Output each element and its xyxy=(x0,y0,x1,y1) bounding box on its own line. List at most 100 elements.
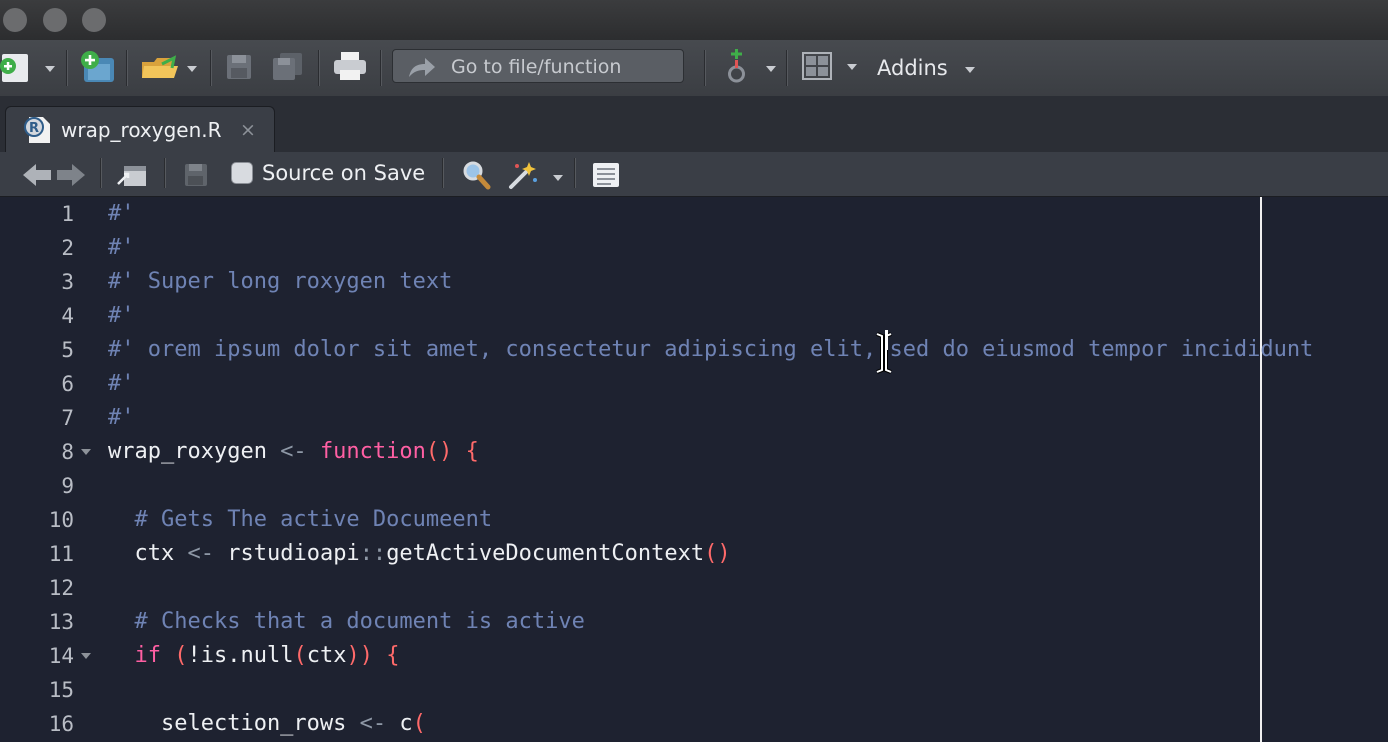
code-text: #' Super long roxygen text xyxy=(108,265,452,299)
code-line[interactable]: 7 #' xyxy=(0,401,1388,435)
save-button[interactable] xyxy=(226,54,252,86)
code-text: wrap_roxygen <- function() { xyxy=(108,435,479,469)
new-file-button[interactable] xyxy=(0,52,60,88)
goto-arrow-icon xyxy=(409,58,435,77)
vcs-button[interactable] xyxy=(722,48,782,92)
code-text: # Checks that a document is active xyxy=(108,605,584,639)
code-line[interactable]: 11 ctx <- rstudioapi::getActiveDocumentC… xyxy=(0,537,1388,571)
code-text: #' xyxy=(108,299,135,333)
save-all-icon xyxy=(273,53,302,80)
addins-menu[interactable]: Addins xyxy=(877,56,948,80)
code-token: # Gets The active Documeent xyxy=(108,507,493,532)
code-text: #' xyxy=(108,367,135,401)
code-token: () xyxy=(425,439,453,464)
line-number: 15 xyxy=(48,678,74,702)
line-number: 11 xyxy=(48,542,74,566)
code-token: )) xyxy=(346,643,373,668)
magic-wand-icon[interactable] xyxy=(507,160,567,190)
compile-report-icon[interactable] xyxy=(591,161,621,189)
open-file-icon xyxy=(142,55,197,78)
line-number: 13 xyxy=(48,610,74,634)
code-token: <- xyxy=(359,711,387,736)
code-line[interactable]: 13 # Checks that a document is active xyxy=(0,605,1388,639)
editor-tab-strip: R wrap_roxygen.R × xyxy=(0,96,1388,152)
code-token: ctx xyxy=(108,541,188,566)
code-line[interactable]: 6 #' xyxy=(0,367,1388,401)
code-text: # Gets The active Documeent xyxy=(108,503,492,537)
code-line[interactable]: 12 xyxy=(0,571,1388,605)
source-on-save-checkbox[interactable] xyxy=(231,162,253,184)
line-number: 4 xyxy=(61,304,74,328)
code-line[interactable]: 2 #' xyxy=(0,231,1388,265)
code-token: <- xyxy=(187,541,214,566)
print-button[interactable] xyxy=(333,50,367,86)
r-file-icon: R xyxy=(24,117,50,143)
code-line[interactable]: 4 #' xyxy=(0,299,1388,333)
line-number: 2 xyxy=(61,236,74,260)
fold-caret-icon[interactable] xyxy=(81,653,91,659)
code-line[interactable]: 3 #' Super long roxygen text xyxy=(0,265,1388,299)
code-line[interactable]: 9 xyxy=(0,469,1388,503)
save-all-button[interactable] xyxy=(272,52,304,86)
text-cursor-icon xyxy=(876,330,892,374)
code-text: #' orem ipsum dolor sit amet, consectetu… xyxy=(108,333,1313,367)
open-file-button[interactable] xyxy=(140,52,202,88)
close-window-button[interactable] xyxy=(3,8,27,32)
code-line[interactable]: 8 wrap_roxygen <- function() { xyxy=(0,435,1388,469)
code-token: rstudioapi xyxy=(213,541,360,566)
code-token: getActiveDocumentContext xyxy=(386,541,705,566)
line-number: 1 xyxy=(61,202,74,226)
code-text: #' xyxy=(108,197,135,231)
new-file-icon xyxy=(0,54,55,82)
forward-arrow-icon[interactable] xyxy=(56,162,86,188)
code-editor[interactable]: 1 #' 2 #' 3 #' Super long roxygen text 4 #' 5 #' … xyxy=(0,197,1388,742)
new-project-icon xyxy=(81,51,114,82)
code-text: #' xyxy=(108,231,135,265)
line-number: 14 xyxy=(48,644,74,668)
code-token: <- xyxy=(280,439,307,464)
search-icon[interactable] xyxy=(461,160,491,190)
save-icon[interactable] xyxy=(184,163,208,187)
code-text: ctx <- rstudioapi::getActiveDocumentCont… xyxy=(108,537,731,571)
code-token: c xyxy=(386,711,413,736)
line-number: 9 xyxy=(61,474,74,498)
back-arrow-icon[interactable] xyxy=(22,162,52,188)
code-line[interactable]: 14 if (!is.null(ctx)) { xyxy=(0,639,1388,673)
r-badge: R xyxy=(29,121,39,136)
code-line[interactable]: 1 #' xyxy=(0,197,1388,231)
addins-chevron-down-icon[interactable] xyxy=(965,67,975,73)
fold-caret-icon[interactable] xyxy=(81,449,91,455)
code-token: #' xyxy=(108,371,135,396)
zoom-window-button[interactable] xyxy=(82,8,106,32)
code-token: ( xyxy=(174,643,188,668)
code-line[interactable]: 16 selection_rows <- c( xyxy=(0,707,1388,741)
code-line[interactable]: 10 # Gets The active Documeent xyxy=(0,503,1388,537)
line-number: 8 xyxy=(61,440,74,464)
source-on-save-label[interactable]: Source on Save xyxy=(262,161,425,185)
code-token: wrap_roxygen xyxy=(108,439,281,464)
print-icon xyxy=(334,52,366,80)
show-in-window-icon[interactable] xyxy=(116,162,148,188)
goto-file-function-input[interactable]: Go to file/function xyxy=(392,49,684,83)
code-token: if xyxy=(134,643,162,668)
tab-filename: wrap_roxygen.R xyxy=(61,118,222,142)
close-icon[interactable]: × xyxy=(240,119,256,141)
code-token: #' orem ipsum dolor sit amet, consectetu… xyxy=(108,337,1314,362)
code-token: { xyxy=(386,643,400,668)
tab-wrap-roxygen[interactable]: R wrap_roxygen.R × xyxy=(5,106,275,152)
save-icon xyxy=(227,55,251,79)
code-token: () xyxy=(704,541,731,566)
code-line[interactable]: 5 #' orem ipsum dolor sit amet, consectet… xyxy=(0,333,1388,367)
code-line[interactable]: 15 xyxy=(0,673,1388,707)
code-token: #' xyxy=(108,235,135,260)
pane-layout-icon xyxy=(802,52,857,80)
window-title-bar xyxy=(0,0,1388,40)
pane-layout-button[interactable] xyxy=(802,52,862,88)
editor-toolbar: Source on Save xyxy=(0,152,1388,197)
minimize-window-button[interactable] xyxy=(43,8,67,32)
new-project-button[interactable] xyxy=(78,50,118,90)
